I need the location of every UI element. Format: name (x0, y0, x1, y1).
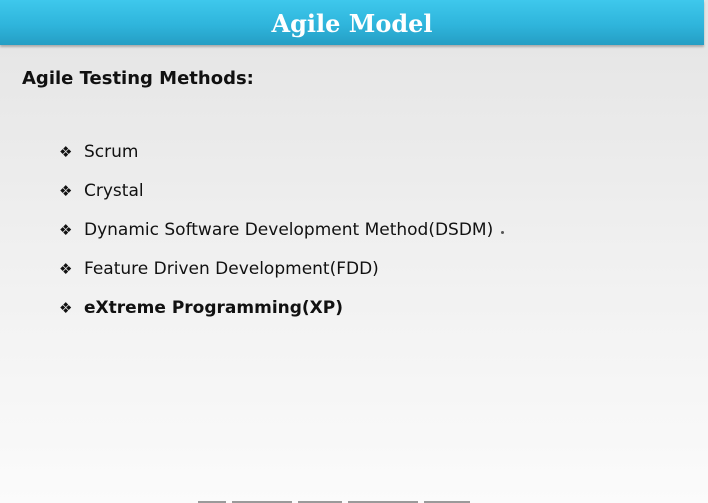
method-label: Scrum (84, 141, 139, 162)
list-item: ❖ Scrum (59, 132, 504, 171)
diamond-bullet-icon: ❖ (59, 220, 73, 239)
diamond-bullet-icon: ❖ (59, 259, 73, 278)
stray-dot-mark (501, 231, 505, 234)
method-label: eXtreme Programming(XP) (84, 297, 344, 318)
slide-title: Agile Model (271, 9, 433, 38)
slide-title-bar: Agile Model (0, 0, 704, 45)
list-item: ❖ Feature Driven Development(FDD) (59, 249, 504, 288)
diamond-bullet-icon: ❖ (59, 181, 73, 200)
method-label: Feature Driven Development(FDD) (84, 258, 379, 279)
list-item: ❖ Dynamic Software Development Method(DS… (59, 210, 505, 249)
method-label: Crystal (84, 180, 144, 201)
list-item: ❖ eXtreme Programming(XP) (59, 288, 504, 327)
diamond-bullet-icon: ❖ (59, 142, 73, 161)
list-item: ❖ Crystal (59, 171, 504, 210)
method-label: Dynamic Software Development Method(DSDM… (84, 219, 494, 240)
methods-list: ❖ Scrum ❖ Crystal ❖ Dynamic Software Dev… (59, 132, 505, 327)
diamond-bullet-icon: ❖ (59, 298, 73, 317)
section-heading: Agile Testing Methods: (22, 68, 254, 89)
